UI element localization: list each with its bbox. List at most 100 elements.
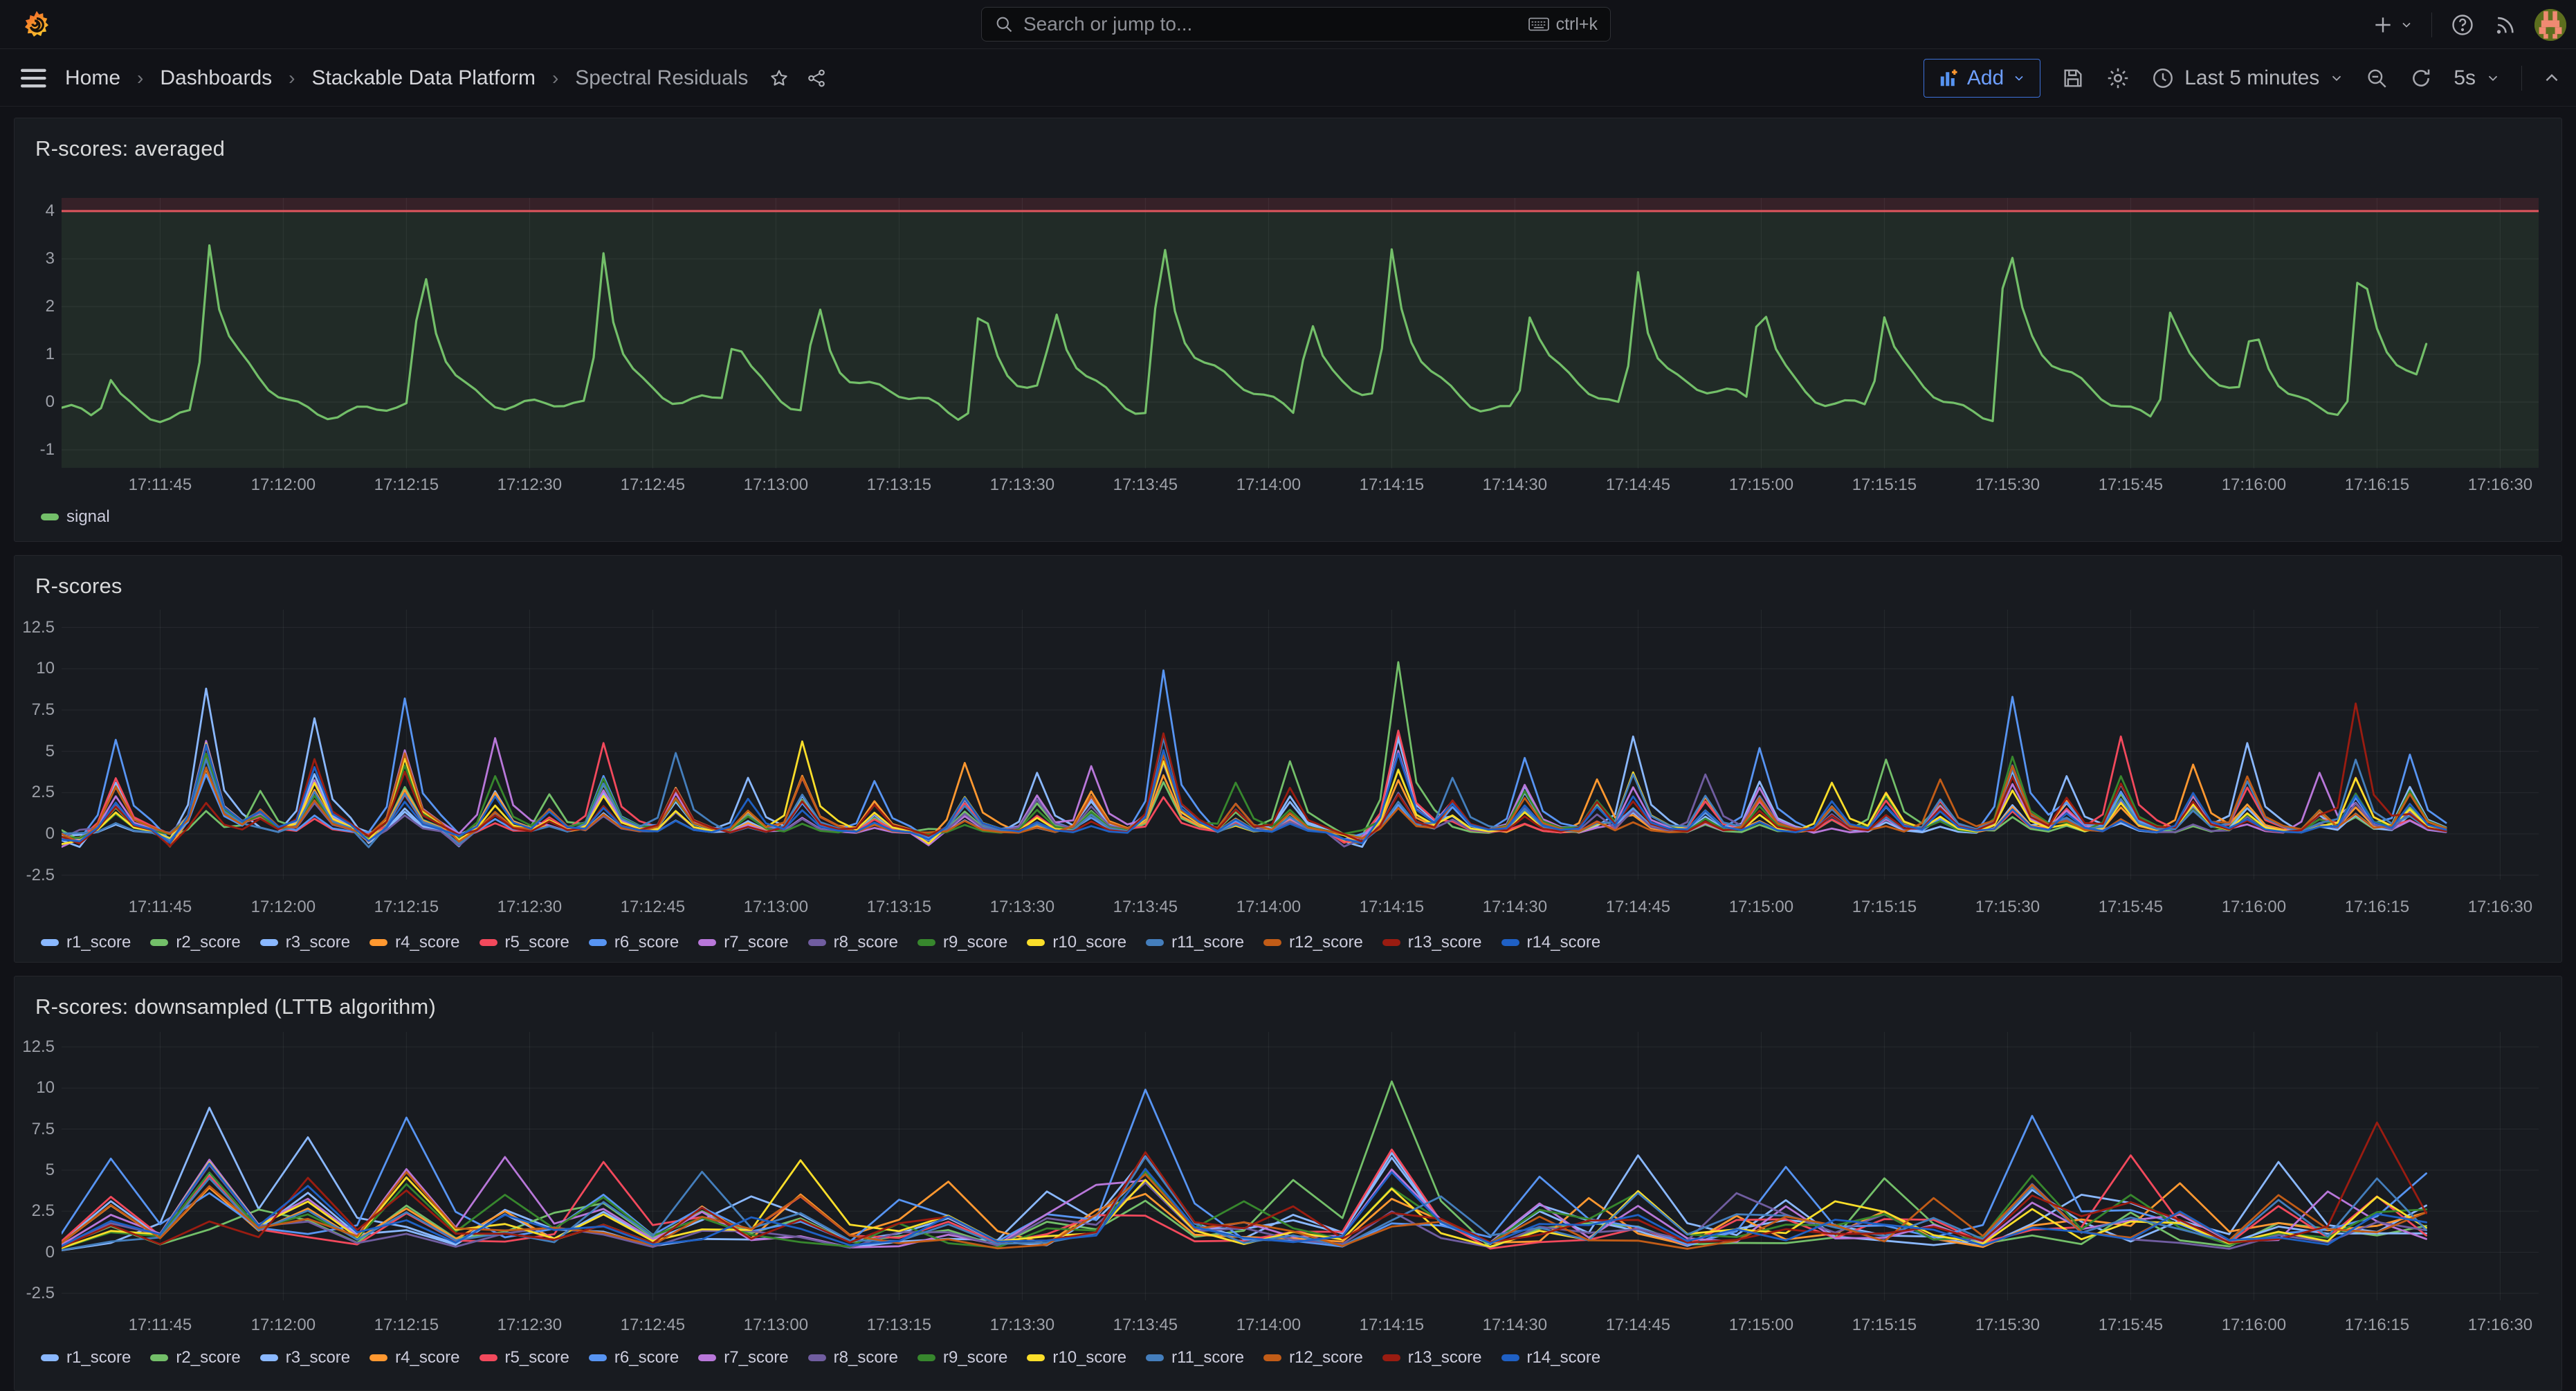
collapse-chevron-up-icon[interactable]	[2543, 69, 2561, 87]
legend-label: r13_score	[1408, 933, 1482, 952]
legend-item-r8_score[interactable]: r8_score	[808, 933, 898, 952]
legend-item-r14_score[interactable]: r14_score	[1501, 933, 1601, 952]
search-input[interactable]: Search or jump to... ctrl+k	[981, 7, 1611, 42]
grafana-logo[interactable]	[21, 9, 53, 41]
legend-swatch	[1382, 1354, 1400, 1361]
time-series-plot[interactable]	[62, 610, 2539, 880]
x-tick-label: 17:15:00	[1709, 1316, 1813, 1335]
legend-swatch	[150, 1354, 168, 1361]
legend-item-r7_score[interactable]: r7_score	[698, 933, 788, 952]
x-tick-label: 17:15:30	[1955, 475, 2059, 495]
legend-item-r12_score[interactable]: r12_score	[1263, 933, 1363, 952]
legend-swatch	[260, 1354, 278, 1361]
legend-label: r8_score	[834, 933, 898, 952]
legend: signal	[41, 506, 110, 528]
clock-icon	[2151, 66, 2175, 90]
legend-item-r3_score[interactable]: r3_score	[260, 1348, 350, 1367]
panel-title: R-scores: averaged	[35, 136, 225, 161]
favorite-star-icon[interactable]	[769, 68, 789, 89]
breadcrumb-folder[interactable]: Stackable Data Platform	[311, 66, 535, 90]
legend-item-r6_score[interactable]: r6_score	[589, 933, 679, 952]
new-plus-icon[interactable]	[2372, 14, 2413, 36]
time-series-plot[interactable]	[62, 198, 2539, 469]
breadcrumb-chevron-icon: ›	[289, 67, 295, 89]
add-button-label: Add	[1967, 66, 2004, 90]
legend-item-r7_score[interactable]: r7_score	[698, 1348, 788, 1367]
legend-item-r1_score[interactable]: r1_score	[41, 933, 131, 952]
legend-item-r9_score[interactable]: r9_score	[917, 933, 1007, 952]
x-tick-label: 17:15:15	[1832, 898, 1936, 917]
help-icon[interactable]	[2450, 12, 2475, 37]
legend-item-r11_score[interactable]: r11_score	[1146, 933, 1244, 952]
y-tick-label: -1	[15, 439, 55, 460]
zoom-out-icon[interactable]	[2365, 66, 2388, 90]
legend-label: r11_score	[1171, 1348, 1244, 1367]
x-tick-label: 17:16:30	[2448, 1316, 2552, 1335]
legend-item-r3_score[interactable]: r3_score	[260, 933, 350, 952]
legend-item-r5_score[interactable]: r5_score	[479, 933, 569, 952]
x-tick-label: 17:12:00	[231, 898, 335, 917]
time-range-picker[interactable]: Last 5 minutes	[2151, 66, 2344, 90]
legend-item-r13_score[interactable]: r13_score	[1382, 933, 1482, 952]
legend-item-r13_score[interactable]: r13_score	[1382, 1348, 1482, 1367]
legend-item-r11_score[interactable]: r11_score	[1146, 1348, 1244, 1367]
menu-hamburger-icon[interactable]	[21, 66, 48, 90]
legend-label: r8_score	[834, 1348, 898, 1367]
legend-swatch	[698, 1354, 716, 1361]
panel-r-scores-downsampled[interactable]: R-scores: downsampled (LTTB algorithm) 1…	[14, 976, 2562, 1391]
legend-swatch	[589, 1354, 607, 1361]
legend-item-r4_score[interactable]: r4_score	[369, 933, 459, 952]
panel-r-scores[interactable]: R-scores 12.5107.552.50-2.5 17:11:4517:1…	[14, 555, 2562, 963]
breadcrumb-dashboards[interactable]: Dashboards	[160, 66, 272, 90]
x-tick-label: 17:13:15	[847, 475, 951, 495]
search-icon	[994, 15, 1014, 34]
search-placeholder: Search or jump to...	[1023, 13, 1528, 35]
legend-item-r12_score[interactable]: r12_score	[1263, 1348, 1363, 1367]
legend-item-r2_score[interactable]: r2_score	[150, 933, 240, 952]
legend-item-r6_score[interactable]: r6_score	[589, 1348, 679, 1367]
x-tick-label: 17:13:30	[970, 475, 1074, 495]
legend-swatch	[589, 939, 607, 946]
x-tick-label: 17:16:00	[2202, 1316, 2305, 1335]
x-tick-label: 17:13:15	[847, 1316, 951, 1335]
x-tick-label: 17:14:30	[1463, 475, 1566, 495]
x-tick-label: 17:11:45	[108, 898, 212, 917]
legend-item-r5_score[interactable]: r5_score	[479, 1348, 569, 1367]
legend-swatch	[1263, 939, 1281, 946]
legend-item-r14_score[interactable]: r14_score	[1501, 1348, 1601, 1367]
legend-swatch	[917, 939, 935, 946]
legend-item-r8_score[interactable]: r8_score	[808, 1348, 898, 1367]
save-dashboard-icon[interactable]	[2061, 66, 2085, 90]
legend-item-r2_score[interactable]: r2_score	[150, 1348, 240, 1367]
legend-item-r10_score[interactable]: r10_score	[1027, 933, 1126, 952]
legend-swatch	[698, 939, 716, 946]
breadcrumb-home[interactable]: Home	[65, 66, 120, 90]
legend-item-r4_score[interactable]: r4_score	[369, 1348, 459, 1367]
chevron-down-icon	[2485, 71, 2501, 86]
add-panel-icon	[1938, 68, 1959, 89]
x-tick-label: 17:14:45	[1586, 898, 1690, 917]
add-panel-button[interactable]: Add	[1924, 59, 2040, 98]
x-tick-label: 17:14:45	[1586, 1316, 1690, 1335]
legend-swatch	[1501, 939, 1519, 946]
dashboard-settings-gear-icon[interactable]	[2105, 66, 2130, 91]
x-tick-label: 17:13:45	[1093, 475, 1197, 495]
x-tick-label: 17:12:45	[601, 475, 704, 495]
y-tick-label: 10	[15, 1078, 55, 1098]
legend-item-r1_score[interactable]: r1_score	[41, 1348, 131, 1367]
x-tick-label: 17:15:45	[2079, 898, 2182, 917]
breadcrumb-chevron-icon: ›	[552, 67, 558, 89]
legend-item-r10_score[interactable]: r10_score	[1027, 1348, 1126, 1367]
legend-item-signal[interactable]: signal	[41, 507, 110, 527]
time-series-plot[interactable]	[62, 1032, 2539, 1300]
x-tick-label: 17:13:45	[1093, 1316, 1197, 1335]
legend-label: r1_score	[66, 933, 131, 952]
panel-r-scores-averaged[interactable]: R-scores: averaged 43210-1 17:11:4517:12…	[14, 118, 2562, 542]
refresh-interval-picker[interactable]: 5s	[2454, 66, 2501, 90]
legend-item-r9_score[interactable]: r9_score	[917, 1348, 1007, 1367]
share-icon[interactable]	[806, 68, 827, 89]
user-avatar[interactable]	[2534, 9, 2566, 41]
refresh-icon[interactable]	[2409, 66, 2433, 90]
news-rss-icon[interactable]	[2493, 13, 2516, 37]
legend-swatch	[150, 939, 168, 946]
